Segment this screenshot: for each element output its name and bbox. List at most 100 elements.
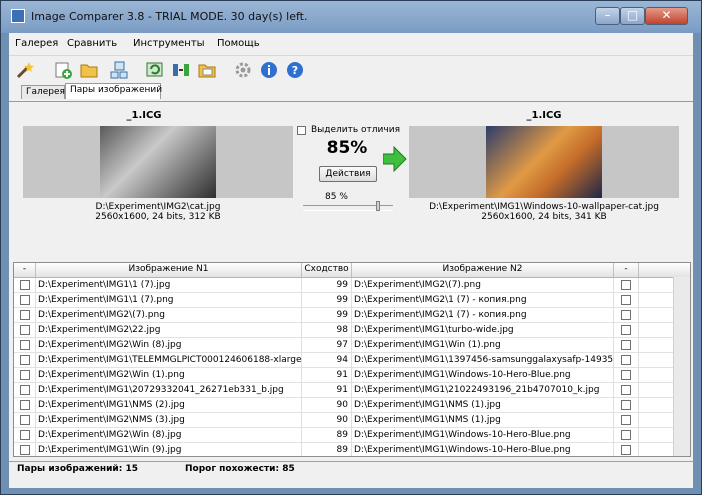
menu-tools[interactable]: Инструменты — [133, 38, 205, 49]
row-image1-path: D:\Experiment\IMG2\22.jpg — [36, 323, 302, 338]
open-folder-icon[interactable] — [79, 60, 99, 80]
row-checkbox-right[interactable] — [621, 325, 631, 335]
row-checkbox-right[interactable] — [621, 355, 631, 365]
row-similarity: 98 — [302, 323, 352, 338]
row-checkbox-right[interactable] — [621, 430, 631, 440]
table-row[interactable]: D:\Experiment\IMG1\NMS (2).jpg 90 D:\Exper… — [14, 398, 690, 413]
row-image1-path: D:\Experiment\IMG2\NMS (3).jpg — [36, 413, 302, 428]
table-row[interactable]: D:\Experiment\IMG1\Win (9).jpg 89 D:\Exper… — [14, 443, 690, 456]
row-checkbox-right[interactable] — [621, 280, 631, 290]
row-similarity: 90 — [302, 398, 352, 413]
compare-pairs-icon[interactable] — [171, 60, 191, 80]
row-checkbox-left[interactable] — [20, 355, 30, 365]
settings-icon[interactable] — [233, 60, 253, 80]
status-pairs-count: Пары изображений: 15 — [17, 464, 138, 474]
table-row[interactable]: D:\Experiment\IMG2\NMS (3).jpg 90 D:\Exper… — [14, 413, 690, 428]
minimize-button[interactable]: – — [595, 7, 620, 25]
table-row[interactable]: D:\Experiment\IMG2\22.jpg 98 D:\Experiment… — [14, 323, 690, 338]
header-select-left[interactable]: - — [14, 263, 36, 277]
folder-open-icon[interactable] — [197, 60, 217, 80]
row-image1-path: D:\Experiment\IMG2\Win (8).jpg — [36, 428, 302, 443]
row-checkbox-right[interactable] — [621, 295, 631, 305]
row-checkbox-right[interactable] — [621, 370, 631, 380]
header-image1[interactable]: Изображение N1 — [36, 263, 302, 277]
threshold-slider-thumb[interactable] — [376, 201, 381, 211]
table-row[interactable]: D:\Experiment\IMG2\(7).png 99 D:\Experimen… — [14, 308, 690, 323]
row-checkbox-left[interactable] — [20, 370, 30, 380]
status-bar: Пары изображений: 15 Порог похожести: 85 — [9, 461, 693, 478]
row-checkbox-left[interactable] — [20, 295, 30, 305]
row-select-right — [614, 428, 639, 443]
row-checkbox-left[interactable] — [20, 340, 30, 350]
row-checkbox-left[interactable] — [20, 445, 30, 455]
row-checkbox-right[interactable] — [621, 385, 631, 395]
close-button[interactable]: ✕ — [645, 7, 688, 25]
row-checkbox-right[interactable] — [621, 400, 631, 410]
row-checkbox-left[interactable] — [20, 430, 30, 440]
row-checkbox-right[interactable] — [621, 445, 631, 455]
header-image2[interactable]: Изображение N2 — [352, 263, 614, 277]
row-select-right — [614, 368, 639, 383]
table-row[interactable]: D:\Experiment\IMG1\1 (7).png 99 D:\Experim… — [14, 293, 690, 308]
maximize-button[interactable]: □ — [620, 7, 645, 25]
row-image2-path: D:\Experiment\IMG1\21022493196_21b470701… — [352, 383, 614, 398]
table-row[interactable]: D:\Experiment\IMG2\Win (1).png 91 D:\Exper… — [14, 368, 690, 383]
wand-icon[interactable] — [15, 60, 35, 80]
row-checkbox-left[interactable] — [20, 400, 30, 410]
right-image-preview[interactable] — [486, 126, 602, 198]
header-similarity[interactable]: Сходство — [302, 263, 352, 277]
row-select-right — [614, 278, 639, 293]
row-image2-path: D:\Experiment\IMG2\1 (7) - копия.png — [352, 293, 614, 308]
row-select-left — [14, 443, 36, 456]
network-icon[interactable] — [109, 60, 129, 80]
tab-gallery[interactable]: Галерея — [21, 85, 65, 99]
highlight-differences-checkbox[interactable] — [297, 126, 306, 135]
row-checkbox-left[interactable] — [20, 325, 30, 335]
add-image-icon[interactable] — [53, 60, 73, 80]
arrow-right-icon — [383, 146, 407, 172]
menu-help[interactable]: Помощь — [217, 38, 260, 49]
tab-strip: Галерея Пары изображений — [9, 83, 693, 101]
tab-image-pairs[interactable]: Пары изображений — [65, 83, 162, 99]
row-checkbox-right[interactable] — [621, 415, 631, 425]
row-checkbox-left[interactable] — [20, 280, 30, 290]
threshold-slider[interactable] — [303, 201, 393, 211]
row-checkbox-left[interactable] — [20, 310, 30, 320]
vertical-scrollbar[interactable] — [673, 277, 690, 456]
table-row[interactable]: D:\Experiment\IMG1\20729332041_26271eb33… — [14, 383, 690, 398]
row-checkbox-right[interactable] — [621, 340, 631, 350]
row-select-left — [14, 368, 36, 383]
row-checkbox-left[interactable] — [20, 415, 30, 425]
left-image-meta: 2560x1600, 24 bits, 312 KB — [95, 212, 221, 222]
pairs-table: - Изображение N1 Сходство Изображение N2… — [13, 262, 691, 457]
menu-compare[interactable]: Сравнить — [67, 38, 117, 49]
title-bar[interactable]: Image Comparer 3.8 - TRIAL MODE. 30 day(… — [1, 1, 701, 33]
compare-icon[interactable] — [145, 60, 165, 80]
left-image-preview[interactable] — [100, 126, 216, 198]
table-row[interactable]: D:\Experiment\IMG2\Win (8).jpg 89 D:\Exper… — [14, 428, 690, 443]
header-select-right[interactable]: - — [614, 263, 639, 277]
menu-gallery[interactable]: Галерея — [15, 38, 58, 49]
info-icon[interactable] — [259, 60, 279, 80]
row-similarity: 91 — [302, 383, 352, 398]
help-icon[interactable]: ? — [285, 60, 305, 80]
table-row[interactable]: D:\Experiment\IMG1\1 (7).jpg 99 D:\Experim… — [14, 278, 690, 293]
row-similarity: 97 — [302, 338, 352, 353]
table-header: - Изображение N1 Сходство Изображение N2… — [14, 263, 690, 278]
right-image-meta: 2560x1600, 24 bits, 341 KB — [481, 212, 607, 222]
actions-button[interactable]: Действия — [319, 166, 377, 182]
row-checkbox-left[interactable] — [20, 385, 30, 395]
row-select-right — [614, 323, 639, 338]
row-image1-path: D:\Experiment\IMG2\Win (1).png — [36, 368, 302, 383]
table-row[interactable]: D:\Experiment\IMG2\Win (8).jpg 97 D:\Exper… — [14, 338, 690, 353]
client-area: Галерея Сравнить Инструменты Помощь ? Га… — [9, 33, 693, 488]
row-image1-path: D:\Experiment\IMG2\Win (8).jpg — [36, 338, 302, 353]
row-checkbox-right[interactable] — [621, 310, 631, 320]
svg-text:?: ? — [292, 64, 298, 77]
row-select-right — [614, 413, 639, 428]
right-image-frame — [409, 126, 679, 198]
row-image1-path: D:\Experiment\IMG2\(7).png — [36, 308, 302, 323]
threshold-value: 85 % — [325, 192, 348, 202]
row-image2-path: D:\Experiment\IMG1\Windows-10-Hero-Blue.… — [352, 428, 614, 443]
table-row[interactable]: D:\Experiment\IMG1\TELEMMGLPICT000124606… — [14, 353, 690, 368]
